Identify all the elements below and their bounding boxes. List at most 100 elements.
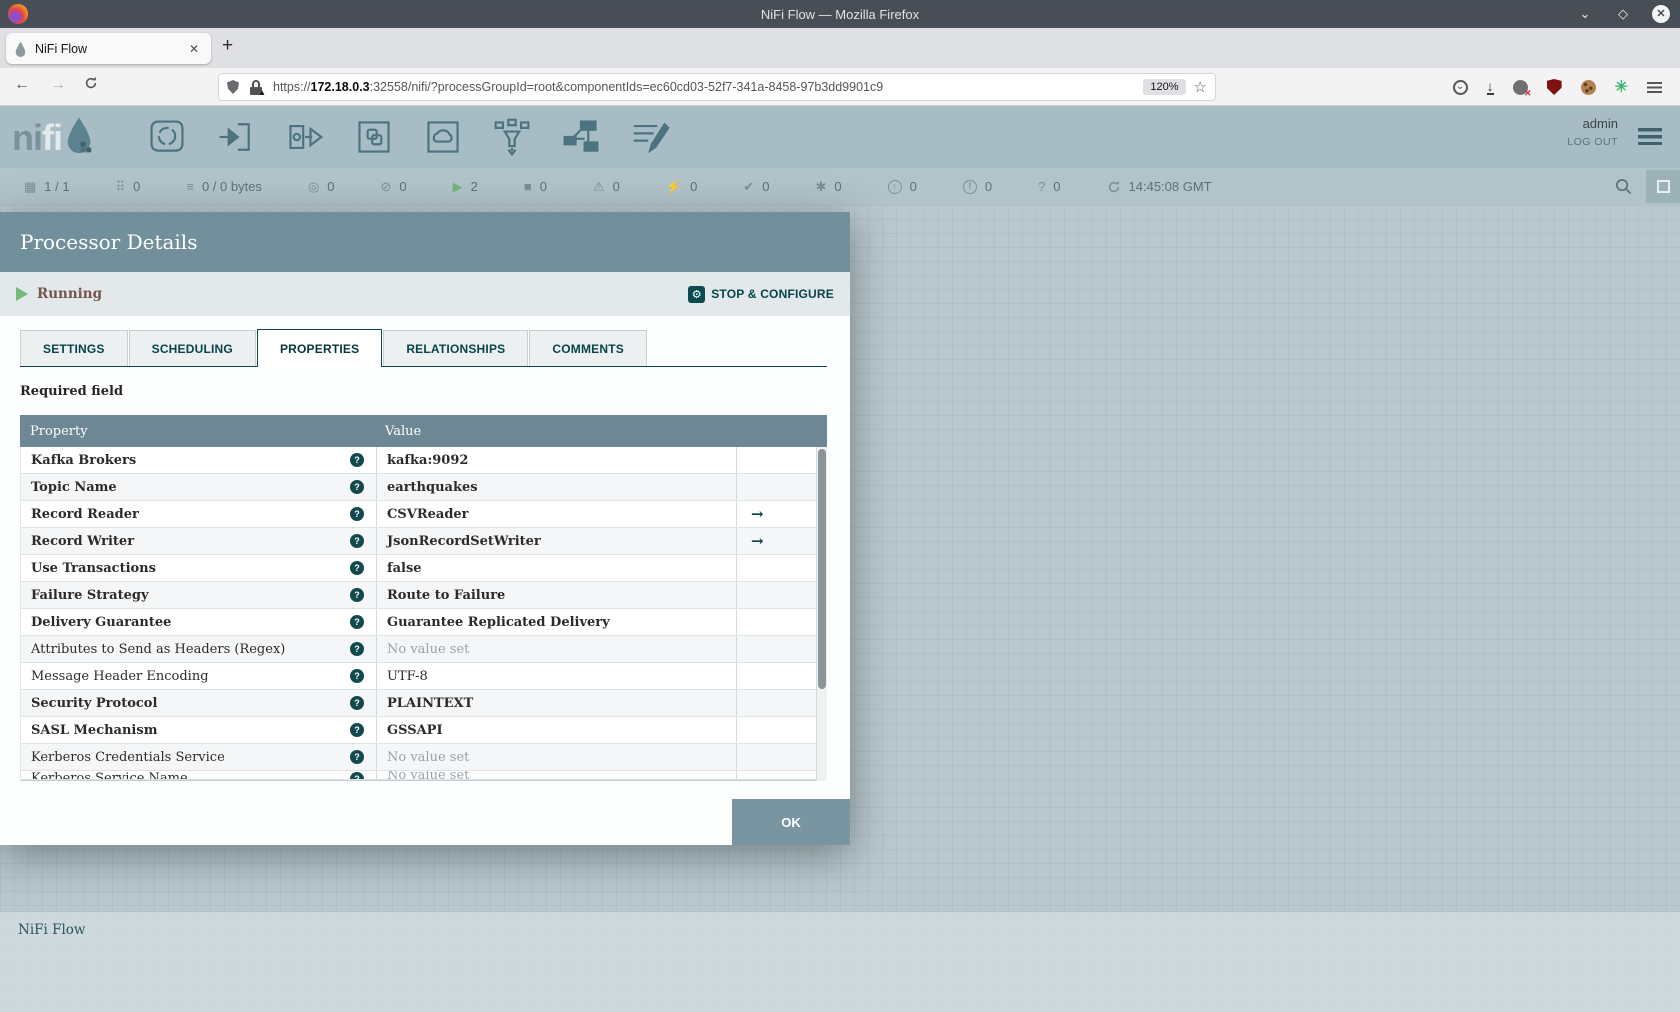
help-icon[interactable]: ? <box>350 588 364 602</box>
property-row[interactable]: Attributes to Send as Headers (Regex)? No… <box>21 636 816 663</box>
help-icon[interactable]: ? <box>350 453 364 467</box>
minimize-icon[interactable]: ⌄ <box>1576 6 1594 22</box>
tab-settings[interactable]: SETTINGS <box>20 330 128 366</box>
property-row[interactable]: SASL Mechanism? GSSAPI <box>21 717 816 744</box>
refresh-icon[interactable] <box>1107 180 1121 194</box>
ssl-lock-icon[interactable]: ▲ <box>249 79 266 97</box>
invalid-icon: ⚠ <box>592 179 605 194</box>
tab-comments[interactable]: COMMENTS <box>529 330 647 366</box>
property-name-text: Kafka Brokers <box>31 452 137 468</box>
bookmark-star-icon[interactable]: ☆ <box>1194 78 1207 96</box>
property-name: Kerberos Credentials Service? <box>21 750 376 765</box>
close-window-icon[interactable]: ✕ <box>1652 5 1670 23</box>
property-row[interactable]: Use Transactions? false <box>21 555 816 582</box>
property-row[interactable]: Security Protocol? PLAINTEXT <box>21 690 816 717</box>
property-name: SASL Mechanism? <box>21 723 376 738</box>
help-icon[interactable]: ? <box>350 534 364 548</box>
flow-status-bar: ▦ 1 / 1 ⠿ 0 ≡ 0 / 0 bytes ◎ 0 ⊘ 0 ▶ 2 ■ 0 ⚠ 0 ⚡ 0 ✔ 0 ✱ 0 ↑ 0! 0… <box>0 168 1680 205</box>
property-row[interactable]: Failure Strategy? Route to Failure <box>21 582 816 609</box>
help-icon[interactable]: ? <box>350 507 364 521</box>
help-icon[interactable]: ? <box>350 696 364 710</box>
goto-cell <box>736 582 816 608</box>
ublock-shield-icon[interactable] <box>1546 79 1562 95</box>
template-component-icon[interactable] <box>559 115 603 159</box>
property-row[interactable]: Message Header Encoding? UTF-8 <box>21 663 816 690</box>
help-icon[interactable]: ? <box>350 669 364 683</box>
not-transmitting-icon: ⊘ <box>380 179 392 194</box>
pocket-icon[interactable]: ⌄ <box>1452 79 1468 95</box>
status-up-to-date: ✔ 0 <box>743 179 769 194</box>
reload-button[interactable] <box>84 76 98 95</box>
dialog-tabs: SETTINGS SCHEDULING PROPERTIES RELATIONSHIP… <box>20 329 827 367</box>
stopped-icon: ■ <box>523 179 532 194</box>
url-bar[interactable]: ▲ https://172.18.0.3:32558/nifi/?process… <box>218 73 1216 101</box>
table-scrollbar-thumb[interactable] <box>818 449 826 689</box>
property-value: kafka:9092 <box>376 447 736 473</box>
breadcrumb[interactable]: NiFi Flow <box>18 922 85 938</box>
property-name-text: SASL Mechanism <box>31 722 158 738</box>
cookie-extension-icon[interactable] <box>1580 79 1596 95</box>
close-tab-icon[interactable]: ✕ <box>185 40 203 58</box>
property-row[interactable]: Kerberos Service Name? No value set <box>21 771 816 780</box>
help-icon[interactable]: ? <box>350 750 364 764</box>
downloads-icon[interactable]: ↓ <box>1486 79 1494 95</box>
forward-button[interactable]: → <box>50 76 66 94</box>
flow-canvas[interactable]: Navigate – |:| <box>0 205 1680 1012</box>
label-component-icon[interactable] <box>628 115 672 159</box>
status-stopped: ■ 0 <box>524 179 547 194</box>
goto-service-button[interactable]: → <box>736 528 816 554</box>
property-name-text: Failure Strategy <box>31 587 149 603</box>
invalid-count: 0 <box>612 179 620 194</box>
tab-properties[interactable]: PROPERTIES <box>256 329 383 367</box>
goto-service-button[interactable]: → <box>736 501 816 527</box>
panel-toggle-button[interactable] <box>1646 170 1680 203</box>
tab-scheduling[interactable]: SCHEDULING <box>128 330 256 366</box>
browser-tab[interactable]: NiFi Flow ✕ <box>6 33 211 64</box>
table-scrollbar[interactable] <box>816 447 827 781</box>
help-icon[interactable]: ? <box>350 615 364 629</box>
funnel-component-icon[interactable] <box>490 115 534 159</box>
dialog-header: Processor Details <box>0 212 850 272</box>
stale-icon: ↑ <box>887 179 902 194</box>
url-text[interactable]: https://172.18.0.3:32558/nifi/?processGr… <box>273 80 1135 94</box>
property-row[interactable]: Record Reader? CSVReader → <box>21 501 816 528</box>
status-cluster: ▦ 1 / 1 <box>24 179 70 194</box>
stop-and-configure-button[interactable]: ⚙ STOP & CONFIGURE <box>688 285 834 303</box>
help-icon[interactable]: ? <box>350 480 364 494</box>
processor-component-icon[interactable] <box>145 115 189 159</box>
help-icon[interactable]: ? <box>350 642 364 656</box>
back-button[interactable]: ← <box>14 76 30 94</box>
input-port-component-icon[interactable] <box>214 115 258 159</box>
identity-blocked-icon[interactable] <box>1512 79 1532 99</box>
tracking-shield-icon[interactable] <box>227 80 239 94</box>
ok-button[interactable]: OK <box>732 799 850 845</box>
required-field-note: Required field <box>20 384 124 399</box>
locally-modified-icon: ✱ <box>815 179 827 194</box>
extension-asterisk-icon[interactable]: ✳ <box>1615 77 1628 97</box>
process-group-component-icon[interactable] <box>352 115 396 159</box>
sync-failure-count: 0 <box>1053 179 1061 194</box>
help-icon[interactable]: ? <box>350 561 364 575</box>
help-icon[interactable]: ? <box>350 723 364 737</box>
nifi-droplet-icon <box>67 117 92 154</box>
output-port-component-icon[interactable] <box>283 115 327 159</box>
remote-process-group-component-icon[interactable] <box>421 115 465 159</box>
property-row[interactable]: Record Writer? JsonRecordSetWriter → <box>21 528 816 555</box>
property-value: No value set <box>376 771 736 779</box>
tab-relationships[interactable]: RELATIONSHIPS <box>383 330 529 366</box>
search-icon[interactable] <box>1615 178 1632 195</box>
property-row[interactable]: Topic Name? earthquakes <box>21 474 816 501</box>
nifi-global-menu-icon[interactable] <box>1638 128 1662 145</box>
property-row[interactable]: Kafka Brokers? kafka:9092 <box>21 447 816 474</box>
property-row[interactable]: Delivery Guarantee? Guarantee Replicated … <box>21 609 816 636</box>
firefox-logo-icon <box>8 4 28 24</box>
page-zoom-badge[interactable]: 120% <box>1143 79 1186 95</box>
maximize-icon[interactable]: ◇ <box>1614 6 1632 22</box>
help-icon[interactable]: ? <box>350 771 364 779</box>
property-row[interactable]: Kerberos Credentials Service? No value se… <box>21 744 816 771</box>
property-value: UTF-8 <box>376 663 736 689</box>
logout-link[interactable]: LOG OUT <box>1567 136 1618 148</box>
new-tab-button[interactable]: + <box>222 35 233 57</box>
threads-icon: ⠿ <box>115 179 126 194</box>
browser-menu-icon[interactable] <box>1647 81 1662 93</box>
